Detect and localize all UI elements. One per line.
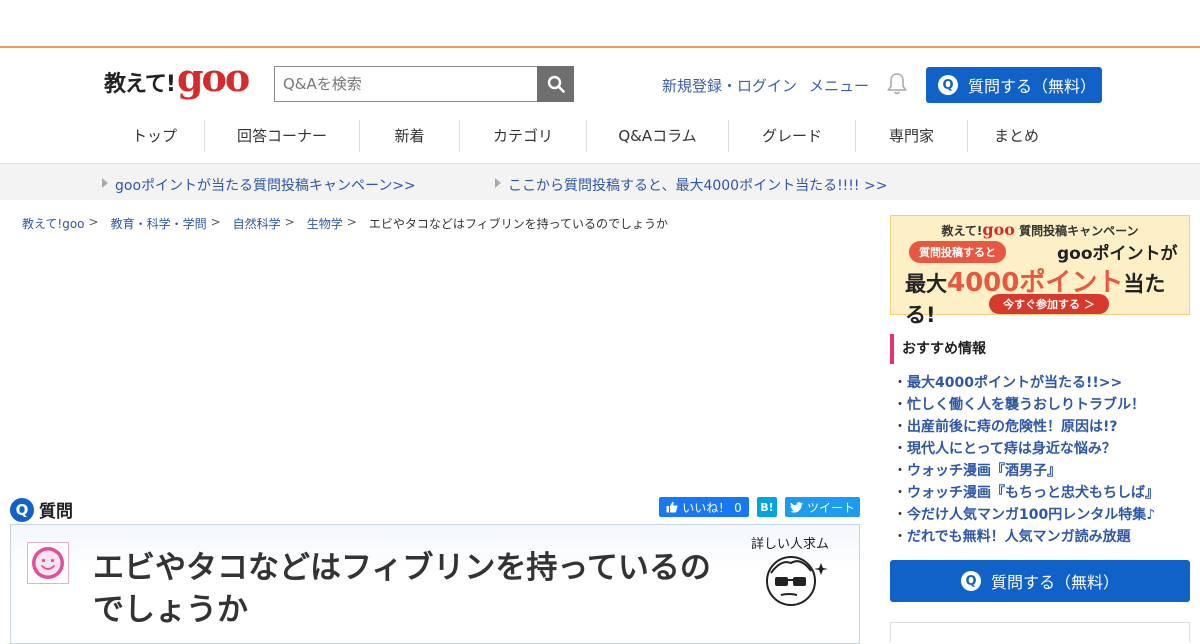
list-item: 現代人にとって痔は身近な悩み？: [893, 438, 1159, 460]
expert-character-icon: [766, 556, 828, 606]
breadcrumb-biology[interactable]: 生物学: [307, 215, 343, 232]
nav-item-expert[interactable]: 専門家: [856, 120, 968, 152]
nav-item-new[interactable]: 新着: [360, 120, 460, 152]
list-item: ウォッチ漫画『酒男子』: [893, 460, 1159, 482]
recommend-link[interactable]: ウォッチ漫画『もちっと忠犬もちしば』: [907, 485, 1159, 501]
notification-button[interactable]: [886, 72, 908, 100]
recommend-link[interactable]: 忙しく働く人を襲うおしりトラブル！: [907, 397, 1145, 413]
question-tag: 詳しい人求ム: [751, 537, 830, 552]
ask-question-button[interactable]: Q 質問する（無料）: [926, 67, 1102, 103]
like-count: いいね！ 0: [682, 500, 742, 515]
twitter-icon: [789, 501, 803, 513]
recommend-link[interactable]: 現代人にとって痔は身近な悩み？: [907, 441, 1116, 457]
list-item: 今だけ人気マンガ100円レンタル特集♪: [893, 504, 1159, 526]
recommend-heading: おすすめ情報: [890, 334, 986, 364]
sidebar-ask-label: 質問する（無料）: [990, 573, 1119, 592]
recommend-link[interactable]: 今だけ人気マンガ100円レンタル特集♪: [907, 507, 1155, 523]
tweet-button[interactable]: ツイート: [785, 497, 860, 517]
question-q-icon: Q: [938, 75, 958, 95]
breadcrumb-home[interactable]: 教えて!goo: [22, 215, 85, 232]
hatena-icon: B!: [760, 500, 774, 514]
question-q-icon: Q: [10, 497, 34, 522]
site-logo[interactable]: 教えて! goo: [104, 55, 250, 100]
recommend-link[interactable]: だれでも無料！人気マンガ読み放題: [907, 529, 1131, 545]
nav-item-grade[interactable]: グレード: [729, 120, 856, 152]
banner-mid-text: gooポイントが: [1057, 244, 1178, 264]
nav-item-matome[interactable]: まとめ: [968, 120, 1065, 152]
thumbs-up-icon: [666, 501, 678, 513]
hatena-bookmark-button[interactable]: B!: [757, 497, 777, 517]
banner-big-prefix: 最大: [905, 272, 947, 296]
question-box: エビやタコなどはフィブリンを持っているのでしょうか 詳しい人求ム: [10, 524, 860, 644]
avatar[interactable]: [27, 542, 69, 584]
logo-text: 教えて!: [104, 72, 176, 97]
breadcrumb-current: エビやタコなどはフィブリンを持っているのでしょうか: [368, 217, 668, 231]
breadcrumb-education[interactable]: 教育・科学・学問: [111, 215, 207, 232]
global-nav: トップ 回答コーナー 新着 カテゴリ Q&Aコラム グレード 専門家 まとめ: [105, 120, 1065, 152]
recommend-link[interactable]: ウォッチ漫画『酒男子』: [907, 463, 1061, 479]
nav-item-top[interactable]: トップ: [105, 120, 205, 152]
menu-link[interactable]: メニュー: [809, 75, 869, 96]
breadcrumb-natural-science[interactable]: 自然科学: [233, 215, 281, 232]
nav-item-column[interactable]: Q&Aコラム: [587, 120, 729, 152]
campaign-strip: gooポイントが当たる質問投稿キャンペーン>> ここから質問投稿すると、最大40…: [0, 163, 1200, 200]
banner-pill: 質問投稿すると: [909, 241, 1006, 263]
nav-item-category[interactable]: カテゴリ: [460, 120, 587, 152]
top-ad-bar: [0, 0, 1200, 48]
list-item: 出産前後に痔の危険性！原因は!?: [893, 416, 1159, 438]
list-item: 最大4000ポイントが当たる!!>>: [893, 372, 1159, 394]
campaign-link-1[interactable]: gooポイントが当たる質問投稿キャンペーン>>: [102, 175, 416, 195]
recommend-list: 最大4000ポイントが当たる!!>> 忙しく働く人を襲うおしりトラブル！ 出産前…: [893, 372, 1159, 548]
bell-icon: [887, 73, 907, 95]
banner-top-line: 教えて!goo 質問投稿キャンペーン: [891, 220, 1189, 239]
sidebar-ask-question-button[interactable]: Q 質問する（無料）: [890, 560, 1190, 602]
banner-top-brand: goo: [982, 220, 1015, 239]
breadcrumb-separator: >: [346, 215, 357, 229]
breadcrumb-separator: >: [210, 215, 221, 229]
banner-top-suffix: 質問投稿キャンペーン: [1019, 224, 1139, 238]
facebook-like-button[interactable]: いいね！ 0: [659, 497, 749, 517]
login-link[interactable]: 新規登録・ログイン: [662, 75, 797, 96]
recommend-link[interactable]: 出産前後に痔の危険性！原因は!?: [907, 419, 1118, 435]
banner-join-button: 今すぐ参加する ＞: [989, 294, 1109, 314]
recommend-link[interactable]: 最大4000ポイントが当たる!!>>: [907, 375, 1122, 391]
campaign-banner[interactable]: 教えて!goo 質問投稿キャンペーン 質問投稿すると gooポイントが 最大40…: [890, 215, 1190, 327]
nav-item-answer[interactable]: 回答コーナー: [205, 120, 360, 152]
campaign-link-2[interactable]: ここから質問投稿すると、最大4000ポイント当たる!!!! >>: [494, 175, 887, 195]
logo-brand: goo: [176, 55, 250, 100]
breadcrumb: 教えて!goo > 教育・科学・学問 > 自然科学 > 生物学 > エビやタコなどはフィ…: [22, 215, 668, 232]
search-button[interactable]: [537, 66, 574, 102]
search-icon: [547, 75, 565, 93]
list-item: 忙しく働く人を襲うおしりトラブル！: [893, 394, 1159, 416]
question-label-text: 質問: [39, 502, 73, 522]
banner-top-prefix: 教えて!: [941, 224, 983, 238]
ask-button-label: 質問する（無料）: [968, 77, 1097, 96]
search-input[interactable]: [274, 66, 538, 102]
list-item: ウォッチ漫画『もちっと忠犬もちしば』: [893, 482, 1159, 504]
breadcrumb-separator: >: [284, 215, 295, 229]
list-item: だれでも無料！人気マンガ読み放題: [893, 526, 1159, 548]
sidebar-next-box: [890, 622, 1190, 642]
question-label: Q 質問: [10, 497, 73, 522]
question-title: エビやタコなどはフィブリンを持っているのでしょうか: [93, 550, 711, 628]
tweet-label: ツイート: [806, 500, 855, 515]
breadcrumb-separator: >: [88, 215, 99, 229]
search-bar: [274, 66, 574, 102]
smiley-avatar-icon: [32, 547, 64, 579]
question-q-icon: Q: [960, 571, 981, 591]
